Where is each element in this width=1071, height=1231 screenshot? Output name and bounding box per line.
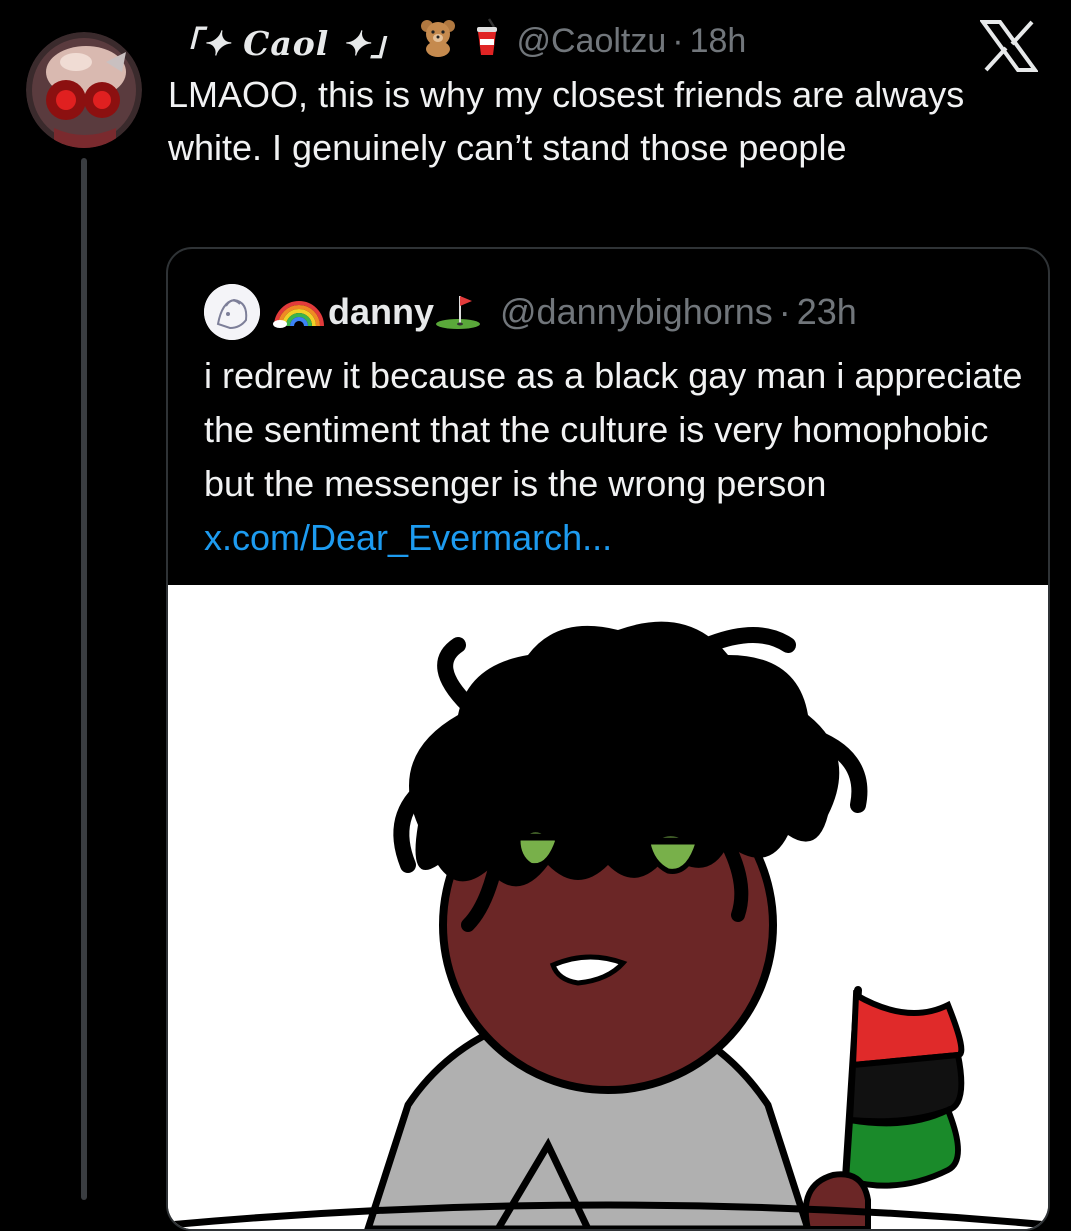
quote-separator-dot: · bbox=[778, 291, 791, 332]
quoted-tweet[interactable]: danny @dannybighorns · 23h i redrew it b… bbox=[166, 247, 1050, 1231]
quote-link[interactable]: x.com/Dear_Evermarch... bbox=[204, 517, 612, 558]
tweet-text: LMAOO, this is why my closest friends ar… bbox=[168, 74, 965, 168]
quote-time[interactable]: 23h bbox=[797, 291, 857, 333]
quote-header: danny @dannybighorns · 23h bbox=[204, 277, 857, 347]
teddy-bear-icon bbox=[418, 17, 458, 66]
rainbow-icon bbox=[272, 292, 326, 333]
quote-body: i redrew it because as a black gay man i… bbox=[204, 355, 1023, 504]
tweet-header: 「✦ Caol ✦」 @Caoltzu · 18h bbox=[168, 12, 746, 70]
quote-display-name[interactable]: danny bbox=[328, 291, 434, 333]
quote-text: i redrew it because as a black gay man i… bbox=[204, 349, 1024, 565]
x-logo-icon bbox=[979, 20, 1039, 72]
author-avatar[interactable] bbox=[26, 32, 142, 148]
quote-media-image[interactable] bbox=[168, 585, 1048, 1229]
golf-flag-icon bbox=[434, 290, 484, 335]
thread-line bbox=[81, 158, 87, 1200]
separator-dot: · bbox=[672, 21, 684, 60]
author-handle[interactable]: @Caoltzu bbox=[516, 22, 666, 61]
quote-avatar[interactable] bbox=[204, 284, 260, 340]
tweet-time[interactable]: 18h bbox=[690, 22, 747, 61]
cup-with-straw-icon bbox=[472, 17, 502, 66]
quote-handle[interactable]: @dannybighorns bbox=[500, 291, 773, 333]
author-display-name[interactable]: 「✦ Caol ✦」 bbox=[168, 17, 404, 65]
